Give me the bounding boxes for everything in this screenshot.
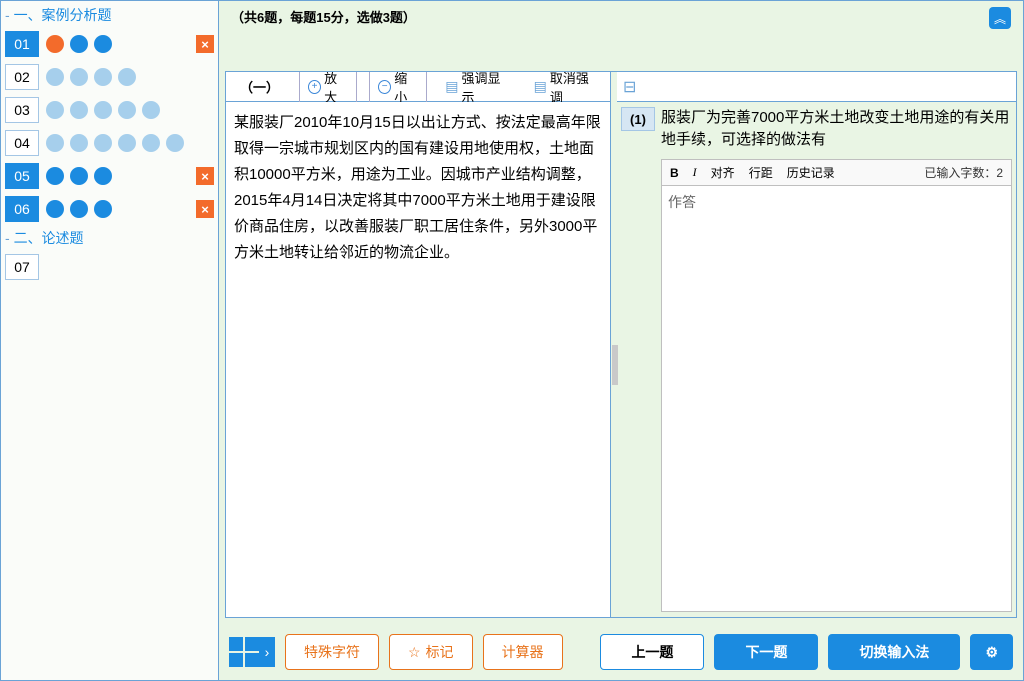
passage-pane: （一） +放大 −缩小 ▤强调显示 ▤取消强调 某服装厂2010年10月15日以… xyxy=(226,72,611,617)
pane-divider[interactable] xyxy=(611,72,617,617)
question-number[interactable]: 05 xyxy=(5,163,39,189)
close-icon[interactable]: × xyxy=(196,200,214,218)
bottombar: › 特殊字符 ☆标记 计算器 上一题 下一题 切换输入法 ⚙ xyxy=(219,624,1023,680)
linespace-button[interactable]: 行距 xyxy=(749,164,773,181)
main-area: （共6题，每题15分，选做3题） ︽ （一） +放大 −缩小 ▤强调显示 ▤取消… xyxy=(219,1,1023,680)
question-number[interactable]: 03 xyxy=(5,97,39,123)
passage-text: 某服装厂2010年10月15日以出让方式、按法定最高年限取得一宗城市规划区内的国… xyxy=(226,102,610,617)
question-row[interactable]: 04 xyxy=(5,129,214,157)
unhighlight-icon: ▤ xyxy=(534,80,547,94)
layout-toggle-icon[interactable]: ⊟ xyxy=(623,77,636,97)
question-number[interactable]: 02 xyxy=(5,64,39,90)
gear-icon: ⚙ xyxy=(985,644,998,661)
grid-icon xyxy=(229,637,259,667)
dot-icon xyxy=(70,134,88,152)
subq-dots xyxy=(41,68,214,86)
dot-icon xyxy=(142,134,160,152)
mark-button[interactable]: ☆标记 xyxy=(389,634,473,670)
question-row[interactable]: 05 × xyxy=(5,162,214,190)
dot-icon xyxy=(70,68,88,86)
dot-icon xyxy=(142,101,160,119)
question-number[interactable]: 04 xyxy=(5,130,39,156)
answer-textarea[interactable]: 作答 xyxy=(662,186,1011,611)
star-icon: ☆ xyxy=(408,644,421,661)
dot-icon xyxy=(46,167,64,185)
ime-button[interactable]: 切换输入法 xyxy=(828,634,960,670)
question-nav-sidebar: 一、案例分析题 01 × 02 03 04 05 × 06 × 二、论述题 07 xyxy=(1,1,219,680)
layout-grid-toggle[interactable]: › xyxy=(229,637,275,667)
question-row[interactable]: 06 × xyxy=(5,195,214,223)
editor-toolbar: B I 对齐 行距 历史记录 已输入字数：2 xyxy=(662,160,1011,186)
dot-icon xyxy=(94,134,112,152)
dot-icon xyxy=(70,101,88,119)
passage-toolbar: （一） +放大 −缩小 ▤强调显示 ▤取消强调 xyxy=(226,72,610,102)
sub-question-text: 服装厂为完善7000平方米土地改变土地用途的有关用地手续，可选择的做法有 xyxy=(661,107,1012,151)
minus-icon: − xyxy=(378,80,391,94)
plus-icon: + xyxy=(308,80,321,94)
section-hint: （共6题，每题15分，选做3题） xyxy=(231,7,416,26)
prev-button[interactable]: 上一题 xyxy=(600,634,704,670)
dot-icon xyxy=(46,68,64,86)
dot-icon xyxy=(46,35,64,53)
passage-number: （一） xyxy=(232,77,287,96)
dot-icon xyxy=(118,101,136,119)
char-count: 已输入字数：2 xyxy=(924,164,1003,181)
subq-dots xyxy=(41,35,194,53)
dot-icon xyxy=(70,200,88,218)
dot-icon xyxy=(46,134,64,152)
subq-dots xyxy=(41,167,194,185)
italic-button[interactable]: I xyxy=(693,165,697,180)
close-icon[interactable]: × xyxy=(196,35,214,53)
question-number[interactable]: 07 xyxy=(5,254,39,280)
answer-editor: B I 对齐 行距 历史记录 已输入字数：2 作答 xyxy=(661,159,1012,612)
dot-icon xyxy=(166,134,184,152)
align-button[interactable]: 对齐 xyxy=(711,164,735,181)
question-row[interactable]: 07 xyxy=(5,253,214,281)
question-row[interactable]: 01 × xyxy=(5,30,214,58)
dot-icon xyxy=(94,68,112,86)
subq-dots xyxy=(41,200,194,218)
dot-icon xyxy=(70,167,88,185)
dot-icon xyxy=(70,35,88,53)
chevron-right-icon: › xyxy=(259,637,275,667)
question-row[interactable]: 03 xyxy=(5,96,214,124)
next-button[interactable]: 下一题 xyxy=(714,634,818,670)
bold-button[interactable]: B xyxy=(670,166,679,180)
drag-handle-icon[interactable] xyxy=(612,345,618,385)
workarea: （一） +放大 −缩小 ▤强调显示 ▤取消强调 某服装厂2010年10月15日以… xyxy=(225,71,1017,618)
question-number[interactable]: 06 xyxy=(5,196,39,222)
subq-dots xyxy=(41,101,214,119)
collapse-button[interactable]: ︽ xyxy=(989,7,1011,29)
dot-icon xyxy=(46,200,64,218)
dot-icon xyxy=(118,134,136,152)
topbar: （共6题，每题15分，选做3题） ︽ xyxy=(219,1,1023,71)
special-chars-button[interactable]: 特殊字符 xyxy=(285,634,379,670)
section-title: 一、案例分析题 xyxy=(5,5,214,25)
dot-icon xyxy=(94,101,112,119)
settings-button[interactable]: ⚙ xyxy=(970,634,1013,670)
dot-icon xyxy=(94,35,112,53)
highlight-icon: ▤ xyxy=(445,80,458,94)
sub-question-number: (1) xyxy=(621,107,655,131)
dot-icon xyxy=(118,68,136,86)
section-title: 二、论述题 xyxy=(5,228,214,248)
question-number[interactable]: 01 xyxy=(5,31,39,57)
history-button[interactable]: 历史记录 xyxy=(787,164,835,181)
answer-pane: ⊟ (1) 服装厂为完善7000平方米土地改变土地用途的有关用地手续，可选择的做… xyxy=(617,72,1016,617)
dot-icon xyxy=(94,167,112,185)
close-icon[interactable]: × xyxy=(196,167,214,185)
dot-icon xyxy=(94,200,112,218)
calculator-button[interactable]: 计算器 xyxy=(483,634,563,670)
question-row[interactable]: 02 xyxy=(5,63,214,91)
answer-toolbar: ⊟ xyxy=(617,72,1016,102)
subq-dots xyxy=(41,134,214,152)
dot-icon xyxy=(46,101,64,119)
